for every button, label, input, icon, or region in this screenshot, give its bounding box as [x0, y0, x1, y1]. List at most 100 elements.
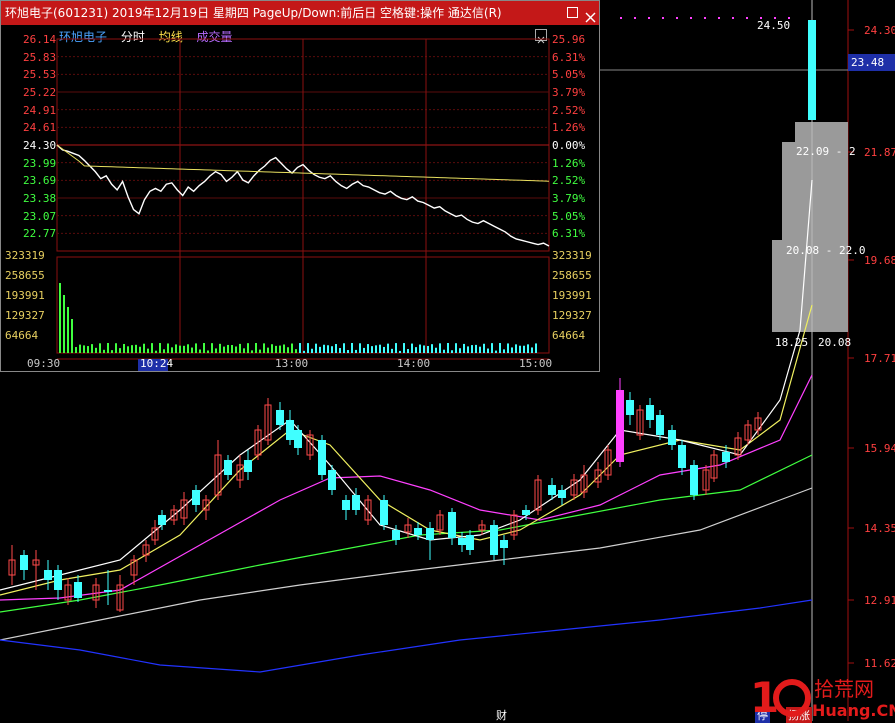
intraday-price-label: 23.38	[23, 192, 57, 205]
volume-bar	[87, 346, 89, 353]
candle-body	[668, 430, 676, 445]
top-dot	[732, 17, 734, 19]
volume-bar	[371, 346, 373, 353]
intraday-price-label: 25.53	[23, 68, 57, 82]
volume-bar	[295, 349, 297, 353]
volume-bar	[523, 345, 525, 353]
volume-bar	[203, 343, 205, 353]
volume-bar	[223, 346, 225, 353]
depth-label: 20.08 - 22.0	[786, 244, 866, 257]
volume-bar	[207, 350, 209, 353]
candle-body	[808, 20, 816, 120]
candle-body	[342, 500, 350, 510]
popup-title-bar[interactable]: 环旭电子(601231) 2019年12月19日 星期四 PageUp/Down…	[1, 1, 599, 25]
volume-bar	[459, 348, 461, 353]
time-axis-label: 09:30	[27, 357, 61, 370]
volume-bar	[267, 347, 269, 353]
volume-bar	[111, 350, 113, 353]
volume-bar	[199, 349, 201, 353]
ma-line-blue	[0, 599, 813, 673]
volume-bar	[127, 346, 129, 353]
intraday-pct-label: 1.26%	[552, 121, 586, 135]
intraday-pct-label: 25.96	[552, 33, 586, 46]
time-axis-label: 14:00	[397, 357, 431, 370]
volume-bar	[299, 343, 301, 353]
volume-bar	[91, 344, 93, 353]
candle-body	[466, 535, 474, 550]
volume-bar	[527, 344, 529, 353]
volume-bar	[511, 347, 513, 353]
volume-bar	[379, 344, 381, 353]
intraday-price-label: 23.07	[23, 209, 57, 223]
candle-body	[458, 538, 466, 545]
intraday-price-label: 25.83	[23, 50, 57, 64]
top-dot	[662, 17, 664, 19]
volume-bar	[215, 348, 217, 353]
svg-text:Huang.CN: Huang.CN	[812, 701, 895, 720]
top-dot	[648, 17, 650, 19]
volume-bar	[515, 344, 517, 353]
candle-body	[158, 515, 166, 525]
volume-bar	[159, 343, 161, 353]
volume-bar	[227, 344, 229, 353]
volume-label-left: 258655	[5, 269, 45, 282]
intraday-price-label: 23.99	[23, 156, 57, 170]
volume-bar	[455, 343, 457, 353]
intraday-popup-window[interactable]: 环旭电子(601231) 2019年12月19日 星期四 PageUp/Down…	[0, 0, 600, 372]
volume-bar	[83, 345, 85, 353]
volume-bar	[431, 344, 433, 353]
volume-bar	[391, 348, 393, 353]
intraday-pct-label: 3.79%	[552, 86, 586, 99]
volume-bar	[147, 348, 149, 353]
candle-body	[380, 500, 388, 525]
volume-bar	[483, 343, 485, 353]
volume-bar	[211, 343, 213, 353]
candle-body	[20, 555, 28, 570]
close-icon[interactable]	[585, 7, 596, 23]
volume-bar	[435, 347, 437, 353]
volume-bar	[303, 350, 305, 353]
volume-bar	[175, 344, 177, 353]
volume-bar	[395, 343, 397, 353]
volume-bar	[151, 343, 153, 353]
volume-label-left: 193991	[5, 289, 45, 302]
volume-bar	[531, 347, 533, 353]
volume-bar	[439, 343, 441, 353]
candle-body	[54, 570, 62, 590]
intraday-price-label: 22.77	[23, 227, 57, 241]
intraday-pct-label: 1.26%	[552, 156, 586, 170]
price-axis-label: 14.35	[864, 522, 895, 535]
price-axis-label: 19.68	[864, 254, 895, 267]
volume-bar	[231, 345, 233, 353]
intraday-price-label: 24.61	[23, 121, 57, 135]
volume-bar	[427, 345, 429, 353]
candle-body	[192, 490, 200, 505]
maximize-icon[interactable]	[567, 7, 578, 18]
time-axis-label: 15:00	[519, 357, 553, 370]
volume-bar	[99, 343, 101, 353]
top-dot	[746, 17, 748, 19]
volume-bar	[135, 344, 137, 353]
volume-bar	[503, 349, 505, 353]
intraday-pct-label: 6.31%	[552, 227, 586, 241]
volume-bar	[403, 343, 405, 353]
intraday-price-label: 24.30	[23, 139, 57, 152]
volume-label-left: 323319	[5, 249, 45, 262]
volume-bar	[115, 343, 117, 353]
price-axis-label: 21.87	[864, 146, 895, 159]
candle-body	[646, 405, 654, 420]
price-axis-label: 12.91	[864, 594, 895, 607]
volume-bar	[343, 343, 345, 353]
depth-label: 18.25	[775, 336, 809, 349]
price-axis-label: 15.94	[864, 442, 895, 455]
top-dot	[676, 17, 678, 19]
volume-label-right: 129327	[552, 309, 592, 322]
volume-bar	[71, 319, 73, 353]
volume-bar	[323, 344, 325, 353]
volume-bar	[339, 348, 341, 353]
candle-body	[414, 528, 422, 535]
volume-label-right: 323319	[552, 249, 592, 262]
popup-title: 环旭电子(601231) 2019年12月19日 星期四 PageUp/Down…	[5, 6, 502, 20]
volume-bar	[355, 349, 357, 353]
intraday-chart[interactable]	[1, 25, 599, 371]
